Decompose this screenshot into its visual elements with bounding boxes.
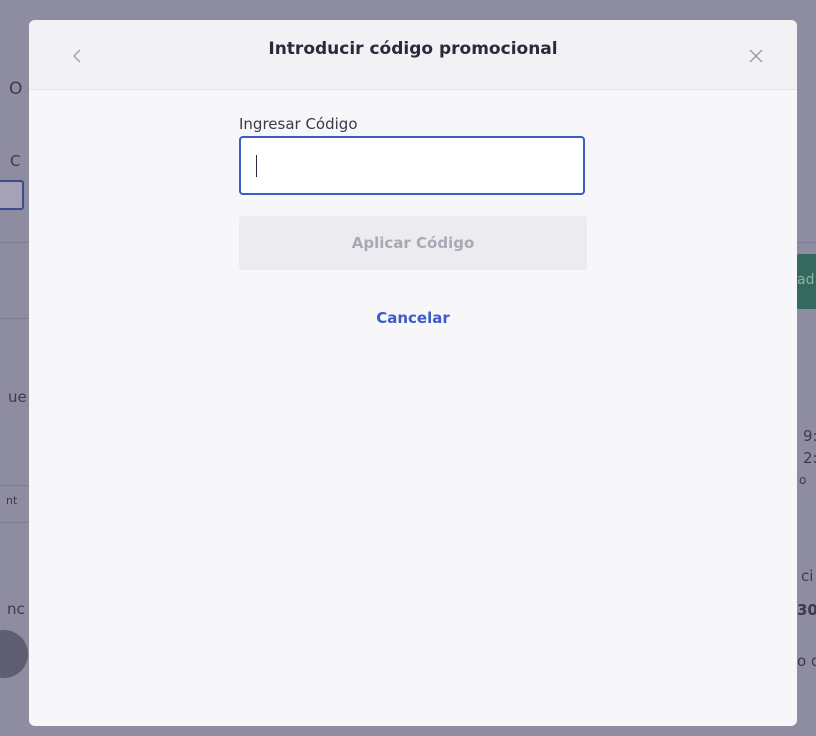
background-text: nc [7,600,25,618]
background-text: 9: [803,427,816,445]
background-text: ci [801,567,814,585]
background-input [0,180,24,210]
background-text: 30 [797,601,816,619]
text-caret [256,155,257,177]
promo-code-modal: Introducir código promocional Ingresar C… [29,20,797,726]
close-button[interactable] [742,42,770,70]
background-divider [0,485,29,486]
background-text: o d [797,652,816,670]
background-text: o [799,473,807,487]
background-text: 2: [803,449,816,467]
modal-header: Introducir código promocional [29,20,797,90]
background-divider [0,242,29,243]
background-avatar [0,630,28,678]
promo-code-label: Ingresar Código [239,115,358,133]
cancel-link[interactable]: Cancelar [239,309,587,327]
modal-title: Introducir código promocional [268,39,558,59]
background-divider [0,522,29,523]
background-text: C [10,152,21,170]
background-text: ad [797,272,815,288]
background-text: O [9,79,23,99]
background-text: nt [6,494,18,507]
promo-code-input[interactable] [239,136,585,195]
background-text: ue [8,388,27,406]
apply-code-button[interactable]: Aplicar Código [239,216,587,270]
background-divider [0,318,29,319]
background-button: ad [797,254,816,309]
background-divider [797,242,816,243]
close-icon [749,49,763,63]
